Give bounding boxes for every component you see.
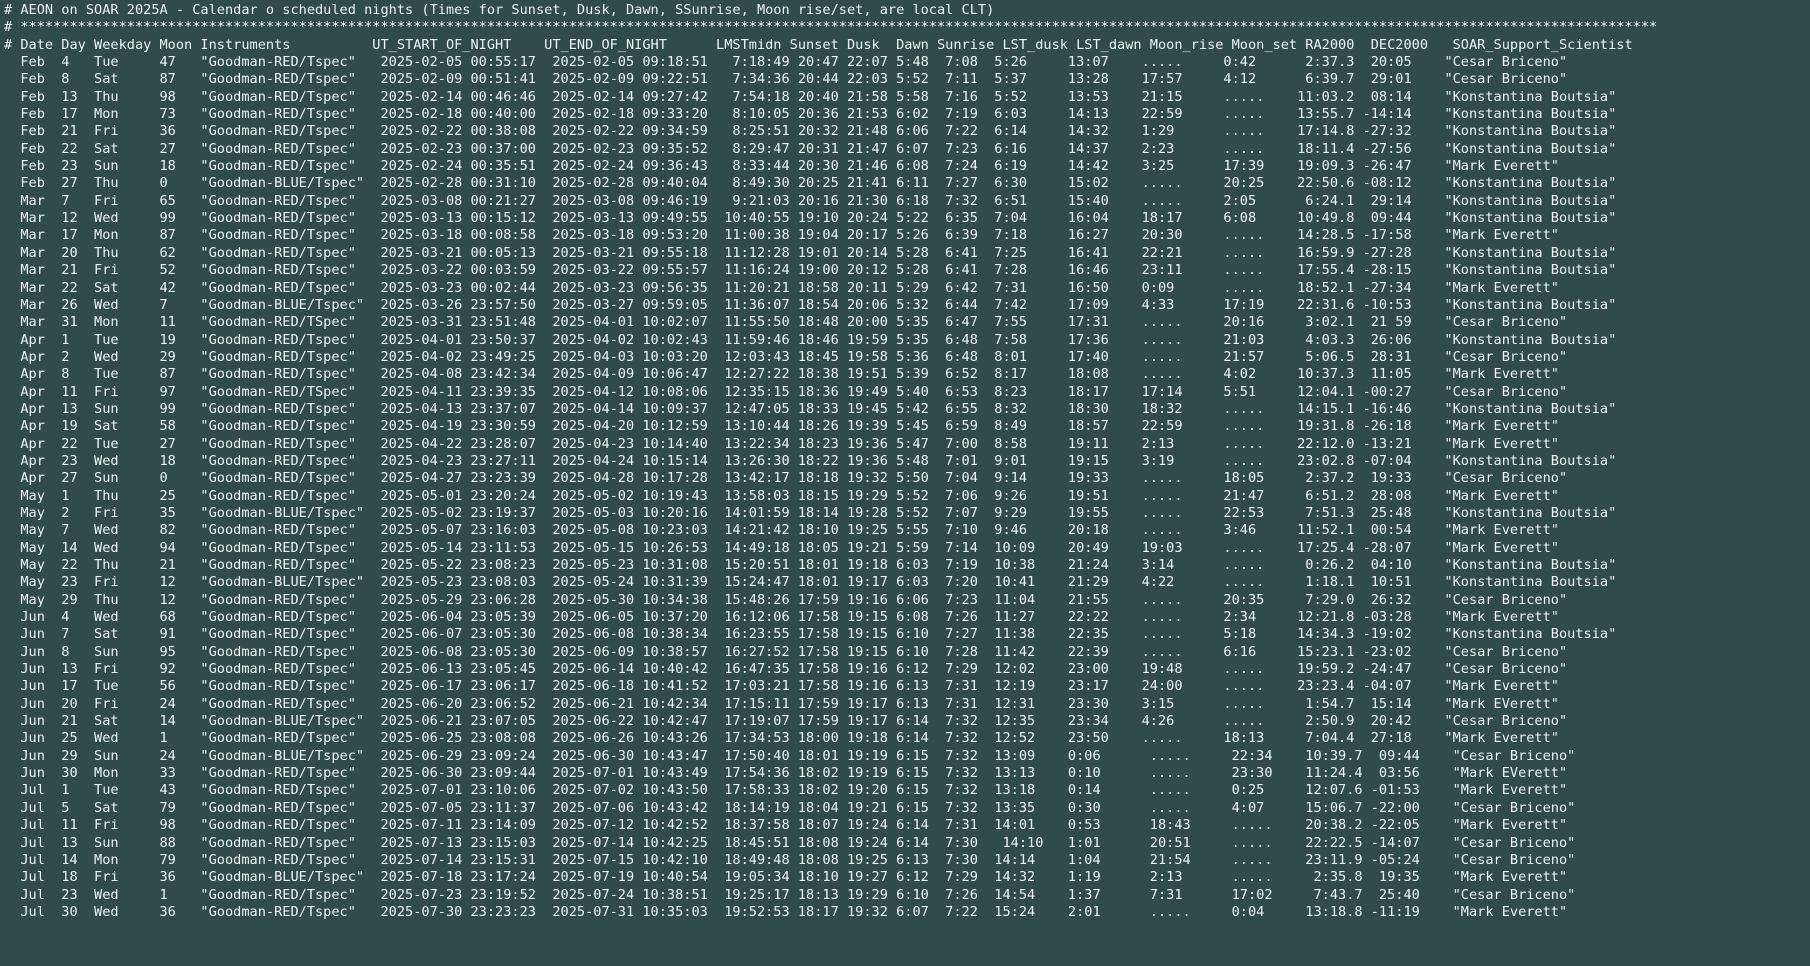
- schedule-row: Jul 18 Fri 36 "Goodman-BLUE/Tspec" 2025-…: [4, 869, 1568, 886]
- schedule-row: Jul 11 Fri 98 "Goodman-RED/Tspec" 2025-0…: [4, 817, 1568, 834]
- schedule-row: May 23 Fri 12 "Goodman-BLUE/Tspec" 2025-…: [4, 574, 1617, 591]
- schedule-row: Jul 30 Wed 36 "Goodman-RED/Tspec" 2025-0…: [4, 903, 1568, 920]
- schedule-row: Feb 23 Sun 18 "Goodman-RED/Tspec" 2025-0…: [4, 158, 1559, 175]
- schedule-row: Mar 7 Fri 65 "Goodman-RED/Tspec" 2025-03…: [4, 192, 1617, 209]
- separator-line: # **************************************…: [4, 19, 1658, 36]
- column-header-line: # Date Day Weekday Moon Instruments UT_S…: [4, 36, 1633, 53]
- schedule-row: Jun 17 Tue 56 "Goodman-RED/Tspec" 2025-0…: [4, 678, 1559, 695]
- schedule-row: Jun 29 Sun 24 "Goodman-BLUE/Tspec" 2025-…: [4, 747, 1576, 764]
- schedule-row: Apr 23 Wed 18 "Goodman-RED/Tspec" 2025-0…: [4, 452, 1617, 469]
- schedule-row: Jul 13 Sun 88 "Goodman-RED/Tspec" 2025-0…: [4, 834, 1576, 851]
- title-line: # AEON on SOAR 2025A - Calendar o schedu…: [4, 2, 995, 18]
- schedule-row: May 7 Wed 82 "Goodman-RED/Tspec" 2025-05…: [4, 522, 1559, 539]
- schedule-row: May 14 Wed 94 "Goodman-RED/Tspec" 2025-0…: [4, 539, 1559, 556]
- schedule-row: Feb 27 Thu 0 "Goodman-BLUE/Tspec" 2025-0…: [4, 175, 1617, 192]
- schedule-row: May 29 Thu 12 "Goodman-RED/Tspec" 2025-0…: [4, 591, 1568, 608]
- schedule-row: Apr 13 Sun 99 "Goodman-RED/Tspec" 2025-0…: [4, 400, 1617, 417]
- schedule-row: Apr 11 Fri 97 "Goodman-RED/TSpec" 2025-0…: [4, 383, 1568, 400]
- schedule-rows: Feb 4 Tue 47 "Goodman-RED/Tspec" 2025-02…: [4, 54, 1810, 921]
- schedule-row: Mar 21 Fri 52 "Goodman-RED/Tspec" 2025-0…: [4, 262, 1617, 279]
- schedule-row: Jun 13 Fri 92 "Goodman-RED/Tspec" 2025-0…: [4, 661, 1568, 678]
- schedule-row: Jun 4 Wed 68 "Goodman-RED/Tspec" 2025-06…: [4, 609, 1559, 626]
- schedule-row: Feb 22 Sat 27 "Goodman-RED/Tspec" 2025-0…: [4, 140, 1617, 157]
- schedule-row: Feb 4 Tue 47 "Goodman-RED/Tspec" 2025-02…: [4, 54, 1568, 71]
- schedule-row: Jul 1 Tue 43 "Goodman-RED/Tspec" 2025-07…: [4, 782, 1568, 799]
- schedule-row: Apr 2 Wed 29 "Goodman-RED/Tspec" 2025-04…: [4, 348, 1568, 365]
- schedule-row: Feb 13 Thu 98 "Goodman-RED/Tspec" 2025-0…: [4, 88, 1617, 105]
- schedule-row: Feb 21 Fri 36 "Goodman-RED/Tspec" 2025-0…: [4, 123, 1617, 140]
- schedule-row: Jun 20 Fri 24 "Goodman-RED/Tspec" 2025-0…: [4, 695, 1559, 712]
- schedule-row: Jun 30 Mon 33 "Goodman-RED/Tspec" 2025-0…: [4, 765, 1568, 782]
- schedule-row: Jun 21 Sat 14 "Goodman-BLUE/Tspec" 2025-…: [4, 713, 1568, 730]
- schedule-row: Mar 31 Mon 11 "Goodman-RED/TSpec" 2025-0…: [4, 314, 1568, 331]
- schedule-row: May 22 Thu 21 "Goodman-RED/Tspec" 2025-0…: [4, 557, 1617, 573]
- schedule-row: Mar 12 Wed 99 "Goodman-RED/Tspec" 2025-0…: [4, 210, 1617, 227]
- schedule-row: Apr 27 Sun 0 "Goodman-RED/Tspec" 2025-04…: [4, 470, 1568, 487]
- schedule-row: Mar 26 Wed 7 "Goodman-BLUE/Tspec" 2025-0…: [4, 296, 1617, 313]
- schedule-row: Mar 17 Mon 87 "Goodman-RED/Tspec" 2025-0…: [4, 227, 1559, 244]
- schedule-row: Jul 5 Sat 79 "Goodman-RED/Tspec" 2025-07…: [4, 799, 1576, 816]
- schedule-row: Feb 8 Sat 87 "Goodman-RED/Tspec" 2025-02…: [4, 71, 1568, 88]
- schedule-row: Feb 17 Mon 73 "Goodman-RED/Tspec" 2025-0…: [4, 106, 1617, 123]
- schedule-row: Mar 22 Sat 42 "Goodman-RED/Tspec" 2025-0…: [4, 279, 1559, 296]
- schedule-row: May 2 Fri 35 "Goodman-BLUE/Tspec" 2025-0…: [4, 504, 1617, 521]
- schedule-row: Jul 23 Wed 1 "Goodman-RED/Tspec" 2025-07…: [4, 886, 1576, 903]
- schedule-row: Jun 8 Sun 95 "Goodman-RED/Tspec" 2025-06…: [4, 643, 1568, 660]
- schedule-row: Apr 22 Tue 27 "Goodman-RED/Tspec" 2025-0…: [4, 435, 1559, 452]
- schedule-row: Jun 7 Sat 91 "Goodman-RED/Tspec" 2025-06…: [4, 626, 1617, 643]
- schedule-row: Apr 1 Tue 19 "Goodman-RED/Tspec" 2025-04…: [4, 331, 1617, 348]
- schedule-row: Jun 25 Wed 1 "Goodman-RED/Tspec" 2025-06…: [4, 730, 1559, 747]
- terminal-window[interactable]: # AEON on SOAR 2025A - Calendar o schedu…: [0, 0, 1810, 966]
- schedule-row: May 1 Thu 25 "Goodman-RED/Tspec" 2025-05…: [4, 487, 1559, 504]
- schedule-row: Apr 8 Tue 87 "Goodman-RED/Tspec" 2025-04…: [4, 366, 1559, 383]
- schedule-row: Jul 14 Mon 79 "Goodman-RED/Tspec" 2025-0…: [4, 851, 1576, 868]
- schedule-row: Mar 20 Thu 62 "Goodman-RED/Tspec" 2025-0…: [4, 244, 1617, 261]
- schedule-row: Apr 19 Sat 58 "Goodman-RED/Tspec" 2025-0…: [4, 418, 1559, 435]
